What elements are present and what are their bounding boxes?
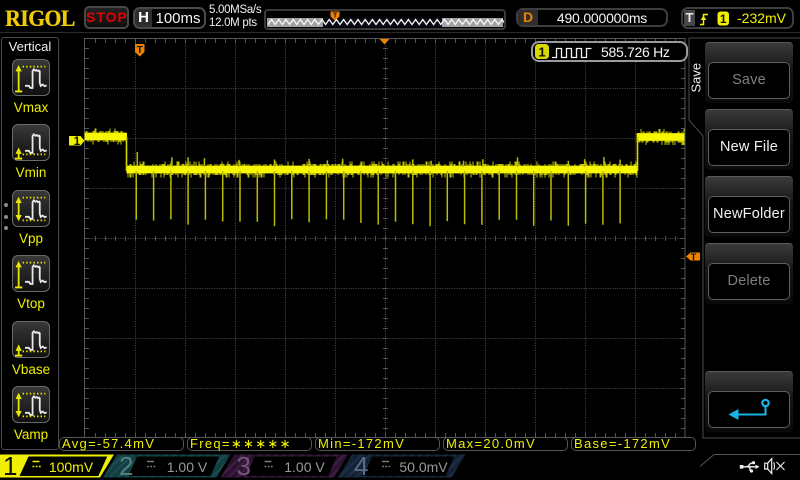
svg-text:3: 3 xyxy=(237,451,251,480)
svg-text:100mV: 100mV xyxy=(49,459,94,475)
svg-text:1.00 V: 1.00 V xyxy=(167,459,208,475)
svg-text:2: 2 xyxy=(119,451,133,480)
svg-text:1.00 V: 1.00 V xyxy=(284,459,325,475)
svg-text:1: 1 xyxy=(3,451,17,480)
svg-text:4: 4 xyxy=(354,451,368,480)
svg-text:50.0mV: 50.0mV xyxy=(399,459,448,475)
